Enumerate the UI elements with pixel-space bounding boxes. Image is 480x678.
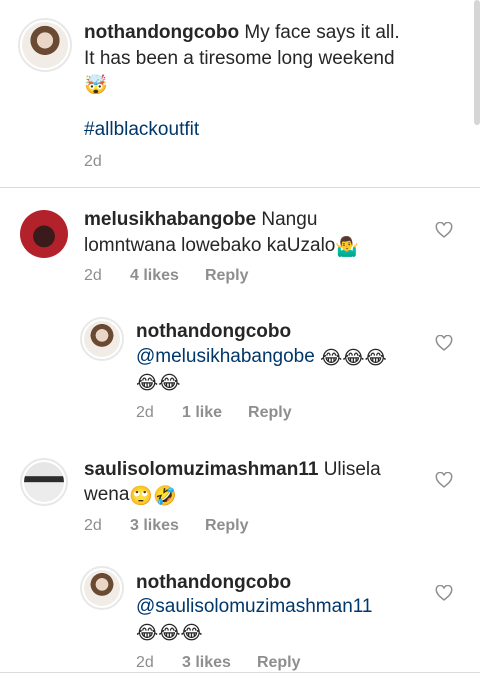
comment-username[interactable]: saulisolomuzimashman11: [84, 459, 318, 480]
avatar-nothandongcobo[interactable]: [80, 317, 124, 361]
avatar-melusikhabangobe[interactable]: [20, 210, 68, 258]
comment-text: melusikhabangobe Nangu: [84, 209, 318, 230]
caption-divider: [0, 187, 480, 188]
heart-outline-icon[interactable]: [435, 222, 453, 238]
caption-line2: It has been a tiresome long weekend: [84, 48, 395, 69]
comment-date: 2d: [84, 517, 102, 534]
caption-date: 2d: [84, 153, 102, 170]
mention-link[interactable]: @saulisolomuzimashman11: [136, 596, 372, 617]
laugh-emoji: 😂😂😂: [320, 348, 387, 369]
reply-button[interactable]: Reply: [205, 267, 249, 285]
caption-text: nothandongcobo My face says it all.: [84, 20, 444, 46]
laugh-emoji: 😂😂😂: [136, 623, 203, 644]
eye-roll-laugh-emoji: 🙄🤣: [129, 486, 177, 507]
bottom-divider: [0, 672, 480, 673]
scrollbar[interactable]: [474, 0, 480, 125]
reply-username[interactable]: nothandongcobo: [136, 572, 291, 593]
caption-emoji: 🤯: [84, 75, 108, 96]
comment-date: 2d: [136, 404, 154, 421]
comment-text: saulisolomuzimashman11 Ulisela: [84, 459, 381, 480]
comment-likes[interactable]: 1 like: [182, 404, 222, 422]
comment-date: 2d: [136, 654, 154, 671]
shrug-emoji: 🤷‍♂️: [335, 237, 360, 258]
heart-outline-icon[interactable]: [435, 585, 453, 601]
reply-username[interactable]: nothandongcobo: [136, 321, 291, 342]
avatar-saulisolomuzimashman11[interactable]: [20, 458, 68, 506]
laugh-emoji: 😂😂: [136, 373, 181, 394]
avatar-nothandongcobo[interactable]: [18, 18, 72, 72]
avatar-nothandongcobo[interactable]: [80, 566, 124, 610]
reply-button[interactable]: Reply: [257, 654, 301, 672]
caption-line1: My face says it all.: [244, 22, 400, 43]
comment-likes[interactable]: 4 likes: [130, 267, 179, 285]
comment-likes[interactable]: 3 likes: [182, 654, 231, 672]
reply-button[interactable]: Reply: [248, 404, 292, 422]
comment-likes[interactable]: 3 likes: [130, 517, 179, 535]
heart-outline-icon[interactable]: [435, 335, 453, 351]
mention-link[interactable]: @melusikhabangobe: [136, 346, 315, 367]
comment-date: 2d: [84, 267, 102, 284]
reply-button[interactable]: Reply: [205, 517, 249, 535]
caption-username[interactable]: nothandongcobo: [84, 22, 239, 43]
heart-outline-icon[interactable]: [435, 472, 453, 488]
post-caption: nothandongcobo My face says it all. It h…: [0, 0, 480, 188]
caption-hashtag[interactable]: #allblackoutfit: [84, 117, 199, 143]
comment-username[interactable]: melusikhabangobe: [84, 209, 256, 230]
